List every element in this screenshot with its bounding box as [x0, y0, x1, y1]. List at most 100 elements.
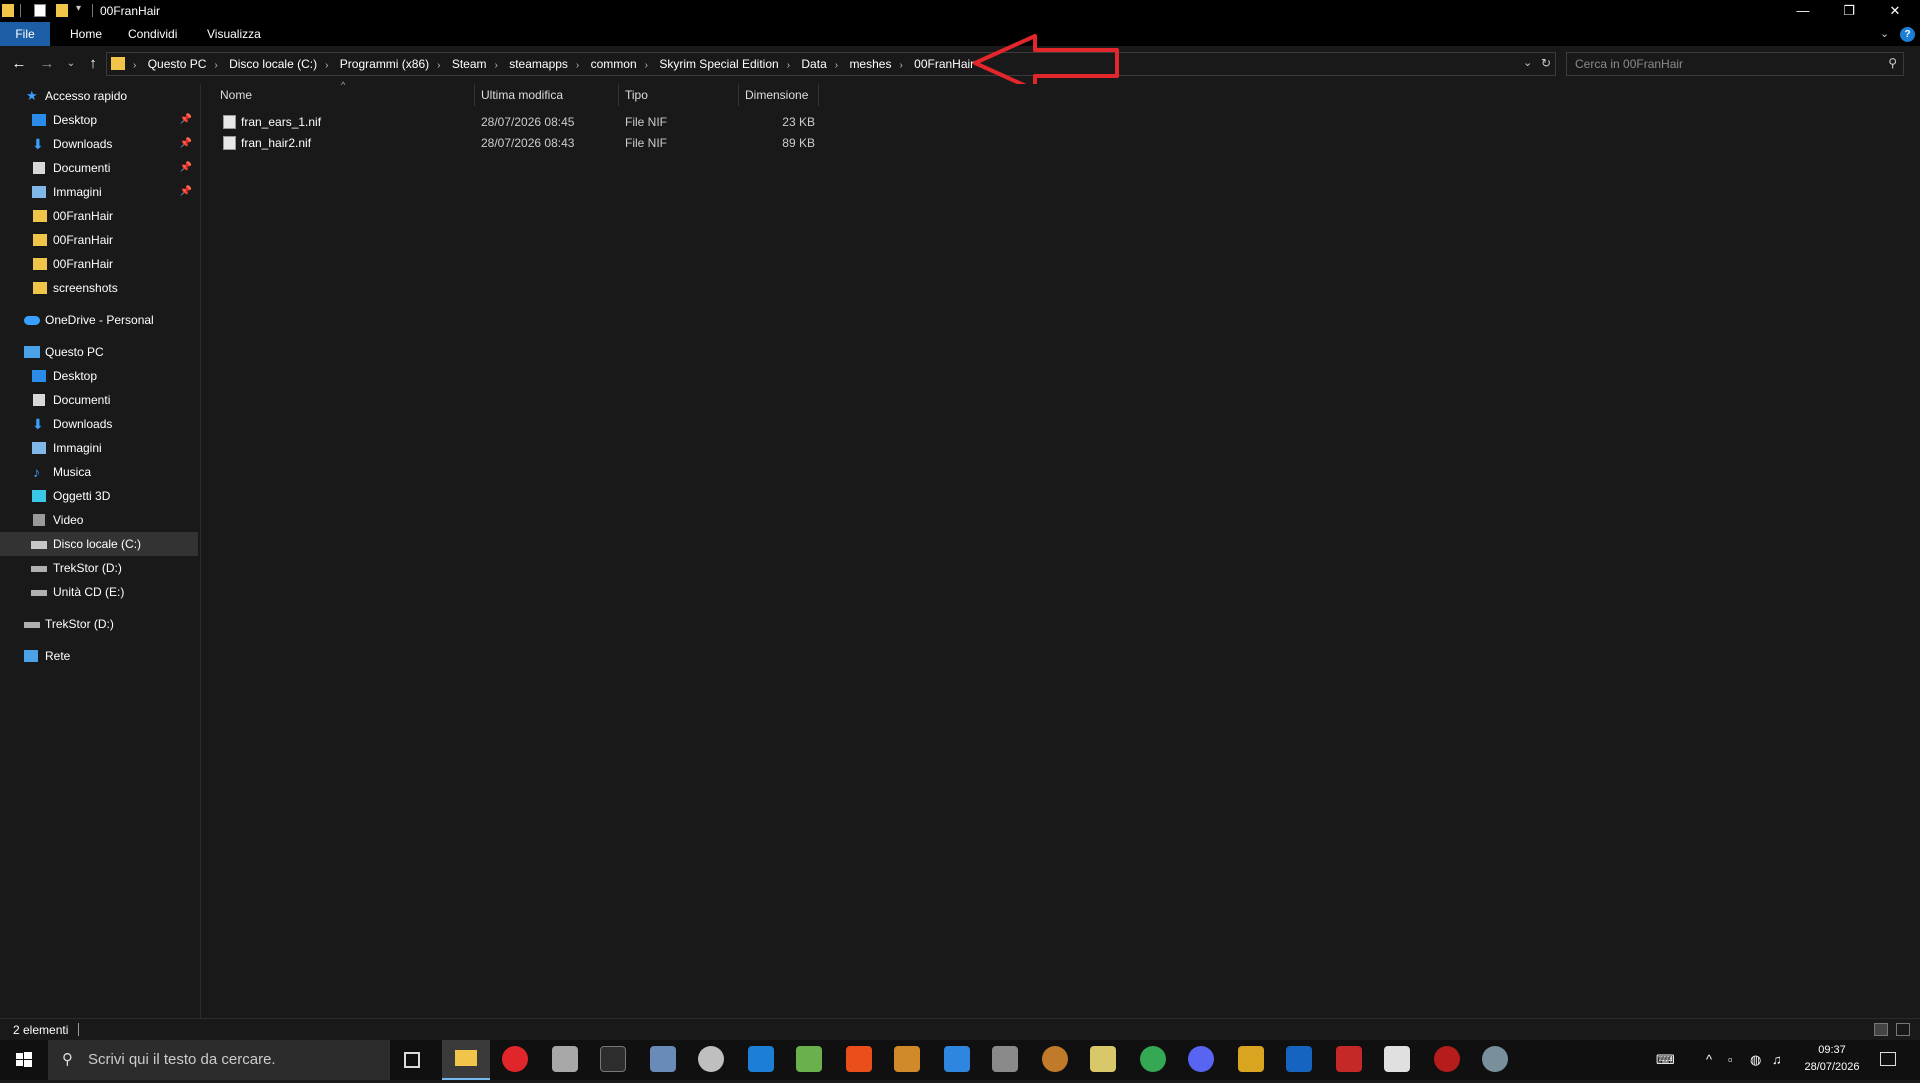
chevron-right-icon[interactable]: › [133, 60, 136, 71]
close-button[interactable]: ✕ [1872, 0, 1918, 22]
chevron-right-icon[interactable]: › [495, 60, 498, 71]
breadcrumb-item[interactable]: Programmi (x86) [340, 57, 429, 71]
pin-icon[interactable]: 📌 [180, 132, 192, 156]
search-icon[interactable]: ⚲ [1888, 56, 1897, 70]
breadcrumb-item[interactable]: Skyrim Special Edition [659, 57, 778, 71]
pin-icon[interactable]: 📌 [180, 156, 192, 180]
breadcrumb-item[interactable]: Data [801, 57, 826, 71]
quick-access-toolbar-dropdown-icon[interactable]: ▾ [76, 3, 81, 14]
details-view-icon[interactable] [1874, 1023, 1888, 1036]
sidebar-item-pc-documents[interactable]: Documenti [0, 388, 198, 412]
large-icons-view-icon[interactable] [1896, 1023, 1910, 1036]
sidebar-item-folder[interactable]: 00FranHair [0, 204, 198, 228]
sidebar-item-trekstor-root[interactable]: TrekStor (D:) [0, 612, 198, 636]
app-icon[interactable] [1042, 1046, 1068, 1072]
chevron-right-icon[interactable]: › [899, 60, 902, 71]
sidebar-item-pc-video[interactable]: Video [0, 508, 198, 532]
app-icon[interactable] [698, 1046, 724, 1072]
sidebar-item-local-disk[interactable]: Disco locale (C:) [0, 532, 198, 556]
sidebar-item-screenshots[interactable]: screenshots [0, 276, 198, 300]
chevron-right-icon[interactable]: › [214, 60, 217, 71]
breadcrumb-item-current[interactable]: 00FranHair [914, 57, 974, 71]
app-icon[interactable] [1090, 1046, 1116, 1072]
notifications-icon[interactable] [1880, 1052, 1896, 1066]
chevron-right-icon[interactable]: › [835, 60, 838, 71]
sidebar-item-network[interactable]: Rete [0, 644, 198, 668]
table-row[interactable]: fran_hair2.nif 28/07/2026 08:43 File NIF… [215, 133, 815, 153]
app-icon[interactable] [992, 1046, 1018, 1072]
sidebar-item-pc-pictures[interactable]: Immagini [0, 436, 198, 460]
address-history-chevron-icon[interactable]: ⌄ [1523, 56, 1532, 69]
file-explorer-taskbar-button[interactable] [442, 1040, 490, 1080]
keyboard-icon[interactable]: ⌨ [1656, 1052, 1675, 1068]
app-icon[interactable] [1238, 1046, 1264, 1072]
column-divider[interactable] [474, 84, 475, 106]
app-icon[interactable] [1384, 1046, 1410, 1072]
app-icon[interactable] [796, 1046, 822, 1072]
properties-icon[interactable] [34, 4, 46, 17]
column-divider[interactable] [818, 84, 819, 106]
chevron-right-icon[interactable]: › [787, 60, 790, 71]
table-row[interactable]: fran_ears_1.nif 28/07/2026 08:45 File NI… [215, 112, 815, 132]
back-arrow-icon[interactable]: ← [10, 55, 28, 73]
sidebar-item-folder[interactable]: 00FranHair [0, 252, 198, 276]
app-icon[interactable] [944, 1046, 970, 1072]
taskbar-search-input[interactable]: ⚲ Scrivi qui il testo da cercare. [48, 1040, 390, 1080]
column-header-type[interactable]: Tipo [625, 84, 735, 106]
chrome-icon[interactable] [1140, 1046, 1166, 1072]
sidebar-item-documents[interactable]: Documenti 📌 [0, 156, 198, 180]
sidebar-item-folder[interactable]: 00FranHair [0, 228, 198, 252]
app-icon[interactable] [894, 1046, 920, 1072]
column-header-modified[interactable]: Ultima modifica [481, 84, 617, 106]
recent-locations-chevron-icon[interactable]: ⌄ [62, 55, 80, 73]
chevron-up-icon[interactable]: ^ [1706, 1052, 1712, 1067]
search-input[interactable]: Cerca in 00FranHair ⚲ [1566, 52, 1904, 76]
device-icon[interactable]: ▫ [1728, 1052, 1733, 1067]
task-view-icon[interactable] [404, 1052, 420, 1068]
chevron-right-icon[interactable]: › [645, 60, 648, 71]
sidebar-item-desktop[interactable]: Desktop 📌 [0, 108, 198, 132]
breadcrumb-item[interactable]: Steam [452, 57, 487, 71]
app-icon[interactable] [650, 1046, 676, 1072]
sidebar-item-quick-access[interactable]: ★ Accesso rapido [0, 84, 198, 108]
sidebar-item-pc-music[interactable]: ♪ Musica [0, 460, 198, 484]
address-bar[interactable]: › Questo PC › Disco locale (C:) › Programm… [106, 52, 1556, 76]
clock-date[interactable]: 28/07/2026 [1796, 1061, 1868, 1073]
app-icon[interactable] [1434, 1046, 1460, 1072]
app-icon[interactable] [552, 1046, 578, 1072]
sidebar-item-pc-3d-objects[interactable]: Oggetti 3D [0, 484, 198, 508]
column-header-name[interactable]: Nome [220, 84, 470, 106]
tab-file[interactable]: File [0, 22, 50, 46]
app-icon[interactable] [1482, 1046, 1508, 1072]
sidebar-item-cd-drive[interactable]: Unità CD (E:) [0, 580, 198, 604]
column-header-size[interactable]: Dimensione [745, 84, 815, 106]
breadcrumb-item[interactable]: common [591, 57, 637, 71]
sidebar-item-trekstor[interactable]: TrekStor (D:) [0, 556, 198, 580]
help-icon[interactable]: ? [1900, 27, 1915, 42]
chevron-right-icon[interactable]: › [576, 60, 579, 71]
tab-share[interactable]: Condividi [118, 22, 187, 46]
sidebar-item-pc-downloads[interactable]: ⬇ Downloads [0, 412, 198, 436]
pin-icon[interactable]: 📌 [180, 108, 192, 132]
sidebar-item-onedrive[interactable]: OneDrive - Personal [0, 308, 198, 332]
app-icon[interactable] [1286, 1046, 1312, 1072]
maximize-button[interactable]: ❐ [1826, 0, 1872, 22]
discord-icon[interactable] [1188, 1046, 1214, 1072]
breadcrumb-item[interactable]: steamapps [509, 57, 568, 71]
minimize-button[interactable]: — [1780, 0, 1826, 22]
tab-home[interactable]: Home [60, 22, 112, 46]
sidebar-item-downloads[interactable]: ⬇ Downloads 📌 [0, 132, 198, 156]
new-folder-icon[interactable] [56, 4, 68, 17]
sidebar-item-pc-desktop[interactable]: Desktop [0, 364, 198, 388]
globe-icon[interactable]: ◍ [1750, 1052, 1761, 1068]
chevron-right-icon[interactable]: › [325, 60, 328, 71]
app-icon[interactable] [846, 1046, 872, 1072]
refresh-icon[interactable]: ↻ [1541, 56, 1551, 70]
volume-icon[interactable]: ♫ [1772, 1052, 1782, 1067]
ribbon-expand-icon[interactable]: ⌄ [1880, 27, 1889, 40]
up-arrow-icon[interactable]: ↑ [84, 55, 102, 73]
chevron-right-icon[interactable]: › [437, 60, 440, 71]
sidebar-item-this-pc[interactable]: Questo PC [0, 340, 198, 364]
app-icon[interactable] [1336, 1046, 1362, 1072]
forward-arrow-icon[interactable]: → [38, 55, 56, 73]
